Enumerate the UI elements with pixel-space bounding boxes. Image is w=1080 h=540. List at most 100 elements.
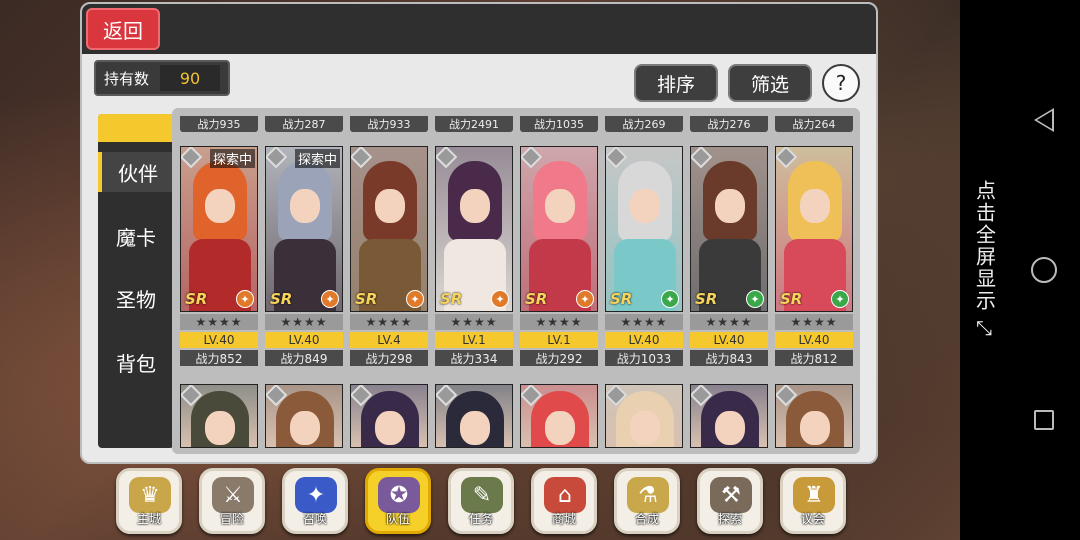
menu-label: 冒险 xyxy=(219,512,244,526)
menu-item[interactable]: ✎ 任务 xyxy=(448,468,514,534)
menu-item[interactable]: ♜ 议会 xyxy=(780,468,846,534)
card-power-top: 战力2491 xyxy=(435,116,513,132)
character-face xyxy=(460,411,490,445)
card-power: 战力1033 xyxy=(605,350,683,366)
character-card[interactable] xyxy=(350,384,428,448)
character-card[interactable] xyxy=(435,384,513,448)
card-power-top: 战力269 xyxy=(605,116,683,132)
character-grid[interactable]: 战力935 战力287 战力933 战力2491 战力1035 战力269 战力276 战力2… xyxy=(172,108,860,454)
menu-item[interactable]: ⚒ 探索 xyxy=(697,468,763,534)
menu-label: 任务 xyxy=(468,512,493,526)
star-rating: ★★★★ xyxy=(435,314,513,330)
character-face xyxy=(715,411,745,445)
tab-partners[interactable]: 伙伴 xyxy=(98,152,174,192)
card-power-top: 战力935 xyxy=(180,116,258,132)
character-card[interactable]: SR ✦ xyxy=(775,146,853,312)
fullscreen-hint-text: 点击全屏显示 xyxy=(972,180,997,312)
card-power-top: 战力276 xyxy=(690,116,768,132)
tab-backpack[interactable]: 背包 xyxy=(98,342,174,382)
element-icon: ✦ xyxy=(236,290,254,308)
level-label: LV.4 xyxy=(350,332,428,348)
character-card[interactable]: SR ✦ xyxy=(350,146,428,312)
card-power-top: 战力1035 xyxy=(520,116,598,132)
level-label: LV.40 xyxy=(265,332,343,348)
character-card[interactable]: SR ✦ xyxy=(435,146,513,312)
card-power: 战力812 xyxy=(775,350,853,366)
character-card[interactable]: 探索中 SR ✦ xyxy=(265,146,343,312)
card-power-top: 战力264 xyxy=(775,116,853,132)
character-card[interactable] xyxy=(520,384,598,448)
home-nav-icon[interactable] xyxy=(1031,257,1057,283)
element-icon: ✦ xyxy=(831,290,849,308)
star-rating: ★★★★ xyxy=(180,314,258,330)
character-face xyxy=(545,189,575,223)
rarity-badge: SR xyxy=(695,290,718,308)
tab-magic-cards[interactable]: 魔卡 xyxy=(98,216,174,256)
card-power-top: 战力933 xyxy=(350,116,428,132)
menu-icon: ✦ xyxy=(295,477,337,513)
card-power-top: 战力287 xyxy=(265,116,343,132)
card-power: 战力292 xyxy=(520,350,598,366)
card-corner-icon xyxy=(776,147,798,169)
menu-icon: ⚗ xyxy=(627,477,669,513)
team-panel: 返回 持有数 90 排序 筛选 ? 伙伴 魔卡 圣物 背包 战力935 战力287… xyxy=(80,2,878,464)
element-icon: ✦ xyxy=(321,290,339,308)
character-card[interactable]: SR ✦ xyxy=(690,146,768,312)
menu-label: 队伍 xyxy=(385,512,410,526)
back-nav-icon[interactable] xyxy=(1034,108,1054,132)
card-corner-icon xyxy=(181,147,203,169)
character-face xyxy=(800,189,830,223)
character-card[interactable]: 探索中 SR ✦ xyxy=(180,146,258,312)
character-face xyxy=(715,189,745,223)
element-icon: ✦ xyxy=(491,290,509,308)
menu-icon: ✎ xyxy=(461,477,503,513)
character-card[interactable]: SR ✦ xyxy=(520,146,598,312)
menu-item[interactable]: ⚔ 冒险 xyxy=(199,468,265,534)
menu-icon: ✪ xyxy=(378,477,420,513)
level-label: LV.40 xyxy=(605,332,683,348)
filter-button[interactable]: 筛选 xyxy=(728,64,812,102)
menu-label: 合成 xyxy=(634,512,659,526)
holding-label: 持有数 xyxy=(104,69,150,88)
menu-icon: ⚒ xyxy=(710,477,752,513)
level-label: LV.1 xyxy=(520,332,598,348)
character-face xyxy=(545,411,575,445)
fullscreen-hint[interactable]: 点击全屏显示 ⤢ xyxy=(968,180,1002,360)
panel-header: 返回 xyxy=(82,4,876,54)
rarity-badge: SR xyxy=(440,290,463,308)
star-rating: ★★★★ xyxy=(350,314,428,330)
back-button[interactable]: 返回 xyxy=(86,8,160,50)
menu-item[interactable]: ✦ 召唤 xyxy=(282,468,348,534)
tab-strip-top xyxy=(98,114,174,142)
menu-item[interactable]: ♛ 主城 xyxy=(116,468,182,534)
level-label: LV.40 xyxy=(775,332,853,348)
recents-nav-icon[interactable] xyxy=(1034,410,1054,430)
help-button[interactable]: ? xyxy=(822,64,860,102)
card-corner-icon xyxy=(266,147,288,169)
element-icon: ✦ xyxy=(661,290,679,308)
character-card[interactable] xyxy=(180,384,258,448)
category-tabs: 伙伴 魔卡 圣物 背包 xyxy=(98,114,174,448)
rarity-badge: SR xyxy=(185,290,208,308)
menu-icon: ♜ xyxy=(793,477,835,513)
expand-icon: ⤢ xyxy=(973,320,997,338)
level-label: LV.1 xyxy=(435,332,513,348)
menu-item[interactable]: ⚗ 合成 xyxy=(614,468,680,534)
character-card[interactable] xyxy=(265,384,343,448)
menu-item[interactable]: ⌂ 商城 xyxy=(531,468,597,534)
character-card[interactable]: SR ✦ xyxy=(605,146,683,312)
sort-button[interactable]: 排序 xyxy=(634,64,718,102)
menu-label: 议会 xyxy=(800,512,825,526)
character-card[interactable] xyxy=(775,384,853,448)
character-face xyxy=(630,411,660,445)
exploring-badge: 探索中 xyxy=(294,149,340,168)
card-power: 战力852 xyxy=(180,350,258,366)
tab-relics[interactable]: 圣物 xyxy=(98,278,174,318)
menu-item[interactable]: ✪ 队伍 xyxy=(365,468,431,534)
star-rating: ★★★★ xyxy=(265,314,343,330)
rarity-badge: SR xyxy=(780,290,803,308)
character-card[interactable] xyxy=(605,384,683,448)
character-card[interactable] xyxy=(690,384,768,448)
card-corner-icon xyxy=(691,147,713,169)
menu-icon: ⌂ xyxy=(544,477,586,513)
